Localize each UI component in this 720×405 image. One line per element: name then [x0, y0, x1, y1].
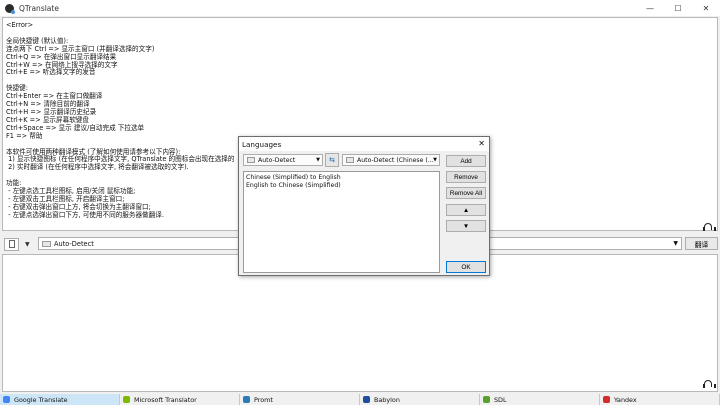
source-text: <Error> 全局快捷键 (默认值): 连点两下 Ctrl => 显示主窗口 … [6, 22, 235, 219]
tab-label: Babylon [374, 395, 400, 404]
tab-label: Promt [254, 395, 273, 404]
target-language-select[interactable]: Auto-Detect (Chinese (... ▼ [342, 154, 440, 166]
source-language-value: Auto-Detect [258, 156, 296, 164]
dialog-close-icon[interactable]: ✕ [478, 139, 485, 148]
chevron-down-icon[interactable]: ▼ [25, 241, 30, 248]
list-item[interactable]: Chinese (Simplified) to English [246, 174, 437, 182]
chevron-down-icon: ▼ [433, 157, 437, 163]
app-icon [5, 3, 15, 14]
service-icon [483, 396, 490, 403]
service-tabs: Google Translate Microsoft Translator Prom… [0, 394, 720, 405]
ok-button[interactable]: OK [446, 261, 486, 273]
tab-label: Yandex [614, 395, 637, 404]
tab-service[interactable]: Promt [240, 394, 360, 405]
source-language-select[interactable]: Auto-Detect ▼ [243, 154, 323, 166]
listen-source-icon[interactable] [703, 223, 716, 231]
tab-label: Microsoft Translator [134, 395, 197, 404]
service-icon [363, 396, 370, 403]
flag-icon [247, 157, 255, 163]
tab-service[interactable]: Babylon [360, 394, 480, 405]
remove-button[interactable]: Remove [446, 171, 486, 183]
move-down-button[interactable]: ▼ [446, 220, 486, 232]
tab-service[interactable]: Yandex [600, 394, 720, 405]
service-icon [243, 396, 250, 403]
list-item[interactable]: English to Chinese (Simplified) [246, 182, 437, 190]
listen-result-icon[interactable] [703, 380, 716, 388]
dialog-title: Languages [242, 139, 282, 149]
target-language-value: Auto-Detect (Chinese (... [357, 156, 434, 164]
tab-label: SDL [494, 395, 507, 404]
move-up-button[interactable]: ▲ [446, 204, 486, 216]
tab-service[interactable]: Google Translate [0, 394, 120, 405]
tab-service[interactable]: SDL [480, 394, 600, 405]
service-icon [603, 396, 610, 403]
languages-dialog: Languages ✕ Auto-Detect ▼ ⇆ Auto-Detect … [238, 136, 490, 276]
chevron-down-icon: ▼ [673, 240, 678, 247]
language-select-value: Auto-Detect [54, 239, 94, 248]
close-button[interactable]: ✕ [692, 0, 720, 16]
add-button[interactable]: Add [446, 155, 486, 167]
service-icon [3, 396, 10, 403]
swap-icon: ⇆ [329, 156, 335, 164]
minimize-button[interactable]: — [636, 0, 664, 16]
chevron-down-icon: ▼ [316, 157, 320, 163]
remove-all-button[interactable]: Remove All [446, 187, 486, 199]
window-controls: — ☐ ✕ [636, 0, 720, 16]
window-title: QTranslate [19, 3, 59, 13]
flag-icon [42, 240, 51, 247]
translate-button[interactable]: 翻译 [685, 237, 718, 250]
dialog-title-bar: Languages ✕ [239, 137, 489, 151]
language-pair-list[interactable]: Chinese (Simplified) to English English … [243, 171, 440, 273]
tab-label: Google Translate [14, 395, 68, 404]
title-bar: QTranslate — ☐ ✕ [0, 0, 720, 16]
flag-icon [346, 157, 354, 163]
tab-service[interactable]: Microsoft Translator [120, 394, 240, 405]
service-icon [123, 396, 130, 403]
document-button[interactable] [4, 237, 19, 251]
document-icon [8, 240, 15, 248]
maximize-button[interactable]: ☐ [664, 0, 692, 16]
swap-languages-button[interactable]: ⇆ [325, 153, 339, 167]
